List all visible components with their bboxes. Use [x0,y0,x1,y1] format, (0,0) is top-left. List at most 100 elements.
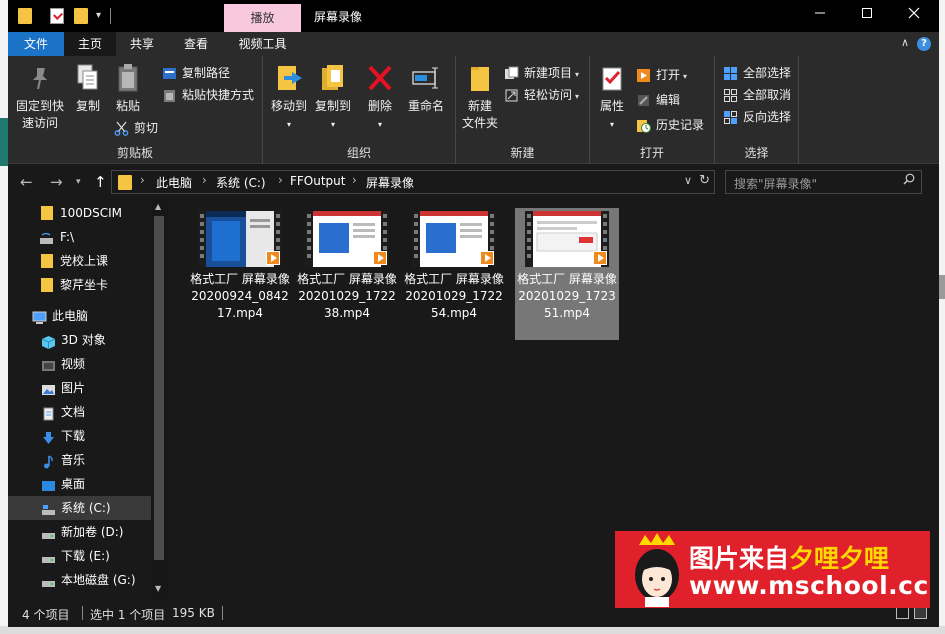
select-none-button[interactable]: 全部取消 [723,85,791,105]
file-item[interactable]: 格式工厂 屏幕录像20200924_084217.mp4 [188,208,292,340]
address-bar[interactable]: › 此电脑 › 系统 (C:) › FFOutput › 屏幕录像 ∨ ↻ [111,170,715,194]
up-arrow-icon[interactable]: ↑ [94,173,107,191]
nav-item-label: 文档 [61,405,86,419]
scissors-icon [114,121,129,136]
tab-share[interactable]: 共享 [116,32,168,56]
cut-button[interactable]: 剪切 [114,118,158,138]
file-item[interactable]: 格式工厂 屏幕录像20201029_172254.mp4 [402,208,506,340]
nav-pane-scrollbar[interactable]: ▲ ▼ [151,200,168,600]
file-item[interactable]: 格式工厂 屏幕录像20201029_172238.mp4 [295,208,399,340]
pin-icon [25,62,55,94]
select-all-button[interactable]: 全部选择 [723,63,791,83]
back-arrow-icon[interactable]: ← [20,173,33,191]
copy-path-button[interactable]: 复制路径 [162,63,230,83]
maximize-icon[interactable] [844,0,890,32]
pin-quick-access-button[interactable]: 固定到快 速访问 [12,62,68,132]
select-group-label: 选择 [744,146,769,160]
nav-item-desktop[interactable]: 桌面 [8,472,151,496]
paste-shortcut-button[interactable]: 粘贴快捷方式 [162,85,254,105]
nav-item-100dscim[interactable]: 100DSCIM [8,201,151,225]
quick-access-dropdown-icon[interactable]: ▾ [96,10,101,21]
rename-button[interactable]: 重命名 [403,62,449,115]
invert-selection-button[interactable]: 反向选择 [723,107,791,127]
help-icon[interactable]: ? [917,37,931,51]
breadcrumb-ffoutput[interactable]: FFOutput [290,174,346,188]
copy-to-button[interactable]: 复制到 ▾ [311,62,355,133]
scroll-up-icon[interactable]: ▲ [155,202,161,211]
nav-item-folder-4[interactable]: 黎芹坐卡 [8,273,151,297]
paste-button[interactable]: 粘贴 [110,62,146,115]
breadcrumb-separator[interactable]: › [140,173,145,187]
file-name: 格式工厂 屏幕录像20200924_084217.mp4 [190,272,290,320]
new-item-button[interactable]: 新建项目 ▾ [504,63,579,83]
recent-locations-icon[interactable]: ▾ [76,177,81,187]
properties-label: 属性 [599,99,624,113]
drive-icon [41,573,56,587]
details-view-icon[interactable] [896,607,909,619]
close-icon[interactable] [891,0,937,32]
large-icons-view-icon[interactable] [914,607,927,619]
breadcrumb-system-drive[interactable]: 系统 (C:) [216,174,266,191]
move-to-button[interactable]: 移动到 ▾ [267,62,311,133]
delete-label: 删除 [367,99,392,113]
nav-item-documents[interactable]: 文档 [8,400,151,424]
breadcrumb-separator[interactable]: › [352,173,357,187]
edit-icon [636,93,651,108]
paste-label: 粘贴 [115,99,140,113]
breadcrumb-separator[interactable]: › [202,173,207,187]
collapse-ribbon-icon[interactable]: ∧ [901,36,909,49]
cut-label: 剪切 [134,121,159,135]
refresh-icon[interactable]: ↻ [699,173,710,188]
tab-home[interactable]: 主页 [64,32,116,56]
tab-play[interactable]: 播放 [224,4,301,32]
tab-view[interactable]: 查看 [168,32,224,56]
nav-item-3d-objects[interactable]: 3D 对象 [8,328,151,352]
edit-button[interactable]: 编辑 [636,90,680,110]
nav-item-d-drive[interactable]: 新加卷 (D:) [8,520,151,544]
nav-item-party-school[interactable]: 党校上课 [8,249,151,273]
properties-button[interactable]: 属性 ▾ [594,62,630,133]
tab-video-tools[interactable]: 视频工具 [224,32,301,56]
breadcrumb-this-pc[interactable]: 此电脑 [156,174,192,191]
nav-item-e-drive[interactable]: 下载 (E:) [8,544,151,568]
nav-item-system-drive[interactable]: 系统 (C:) [8,496,151,520]
move-to-dropdown-icon: ▾ [286,120,291,129]
properties-quick-icon[interactable] [50,8,64,24]
nav-item-label: F:\ [60,230,75,244]
easy-access-icon [504,88,519,103]
nav-item-downloads[interactable]: 下载 [8,424,151,448]
nav-pane-scroll-thumb[interactable] [154,216,164,560]
invert-selection-label: 反向选择 [743,110,792,124]
file-name: 格式工厂 屏幕录像20201029_172351.mp4 [517,272,617,320]
download-icon [41,429,56,444]
open-button[interactable]: 打开 ▾ [636,65,687,85]
new-folder-icon [465,62,495,94]
nav-item-music[interactable]: 音乐 [8,448,151,472]
easy-access-button[interactable]: 轻松访问 ▾ [504,85,579,105]
nav-item-videos[interactable]: 视频 [8,352,151,376]
copy-button[interactable]: 复制 [70,62,106,115]
search-icon[interactable] [903,173,915,189]
nav-item-label: 本地磁盘 (G:) [61,573,136,587]
organize-group: 移动到 ▾ 复制到 ▾ 删除 ▾ 重命名 组织 [263,56,456,164]
clipboard-group-label: 剪贴板 [116,146,153,160]
nav-item-this-pc[interactable]: 此电脑 [8,304,151,328]
history-button[interactable]: 历史记录 [636,115,704,135]
breadcrumb-separator[interactable]: › [278,173,283,187]
nav-item-g-drive[interactable]: 本地磁盘 (G:) [8,568,151,592]
address-dropdown-icon[interactable]: ∨ [684,174,692,187]
play-badge-icon [266,251,280,265]
delete-button[interactable]: 删除 ▾ [363,62,397,133]
tab-file[interactable]: 文件 [8,32,64,56]
new-folder-quick-icon[interactable] [74,8,88,24]
file-item[interactable]: 格式工厂 屏幕录像20201029_172351.mp4 [515,208,619,340]
search-input[interactable]: 搜索"屏幕录像" [725,170,922,194]
minimize-icon[interactable] [797,0,843,32]
nav-item-f-drive[interactable]: F:\ [8,225,151,249]
scroll-down-icon[interactable]: ▼ [155,584,161,593]
nav-item-pictures[interactable]: 图片 [8,376,151,400]
forward-arrow-icon[interactable]: → [50,173,63,191]
delete-dropdown-icon: ▾ [377,120,382,129]
breadcrumb-screen-recording[interactable]: 屏幕录像 [366,174,414,191]
new-folder-button[interactable]: 新建 文件夹 [458,62,502,132]
